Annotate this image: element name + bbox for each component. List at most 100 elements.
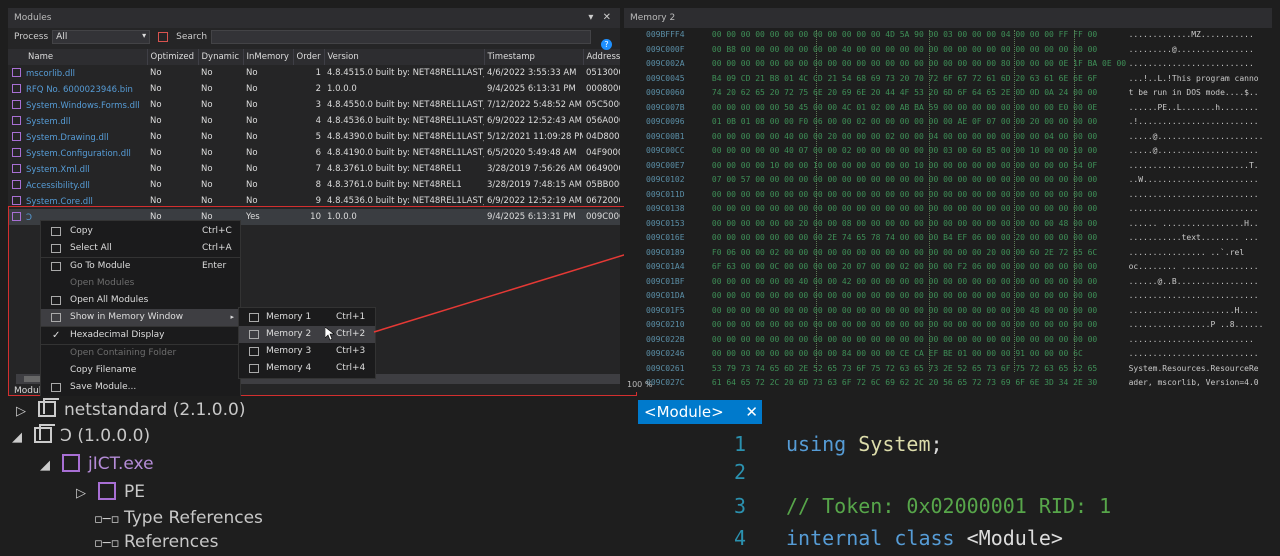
cell-version: 4.8.4190.0 built by: NET48REL1LAST_B xyxy=(327,148,484,158)
hex-ascii: ................ ..`.rel xyxy=(1128,247,1245,257)
tree-node-pe[interactable]: ▷ PE xyxy=(76,480,145,504)
select-all-icon xyxy=(51,244,61,253)
hex-bytes: 00 00 00 00 10 00 00 10 00 00 00 00 00 0… xyxy=(711,160,1098,170)
filter-icon[interactable] xyxy=(158,32,169,42)
column-header-address[interactable]: Address xyxy=(583,49,620,65)
collapse-arrow-icon[interactable]: ◢ xyxy=(12,426,34,450)
expand-arrow-icon[interactable]: ▷ xyxy=(76,482,98,506)
table-row[interactable]: Accessibility.dll No No No 8 4.8.3761.0 built… xyxy=(8,177,620,193)
hex-address: 009C0060 xyxy=(646,88,685,97)
module-icon xyxy=(12,147,21,157)
line-number: 3 xyxy=(733,494,746,518)
hex-ascii: System.Resources.ResourceRe xyxy=(1128,363,1259,373)
hex-row: 009BFFF4 00 00 00 00 00 00 00 00 00 00 00… xyxy=(646,28,1272,43)
cell-name: Accessibility.dll xyxy=(8,177,147,193)
collapse-arrow-icon[interactable]: ◢ xyxy=(40,454,62,478)
cell-optimized: No xyxy=(150,116,162,126)
hex-row: 009C0102 07 00 57 00 00 00 00 00 00 00 00… xyxy=(646,173,1272,188)
hex-bytes: B4 09 CD 21 B8 01 4C CD 21 54 68 69 73 2… xyxy=(711,73,1098,83)
close-icon[interactable]: ✕ xyxy=(745,400,758,424)
cell-address: 056A0000 xyxy=(586,116,620,126)
hex-row: 009C00E7 00 00 00 00 10 00 00 10 00 00 00… xyxy=(646,159,1272,174)
table-row[interactable]: System.Xml.dll No No No 7 4.8.3761.0 built by… xyxy=(8,161,620,177)
menu-item-hexadecimal-display[interactable]: ✓ Hexadecimal Display xyxy=(41,327,240,344)
hex-bytes: 01 0B 01 08 00 00 F0 06 00 00 02 00 00 0… xyxy=(711,117,1098,126)
tree-node-label: References xyxy=(124,532,219,552)
tree-node-assembly[interactable]: ◢ Ͻ (1.0.0.0) xyxy=(12,424,150,448)
hex-bytes: 00 00 00 00 00 00 00 00 00 00 00 00 00 0… xyxy=(711,204,1098,213)
hex-row: 009C00CC 00 00 00 00 00 40 07 00 00 02 00… xyxy=(646,144,1272,159)
hex-address: 009C027C xyxy=(646,378,685,387)
cell-timestamp: 6/9/2022 12:52:43 AM xyxy=(487,116,582,126)
column-header-timestamp[interactable]: Timestamp xyxy=(484,49,584,65)
menu-item-open-containing-folder: Open Containing Folder xyxy=(41,345,240,362)
hex-bytes: 00 00 00 00 00 00 00 00 00 00 00 00 00 0… xyxy=(711,334,1098,344)
memory-panel-title: Memory 2 xyxy=(630,13,676,23)
hex-ascii: ...!..L.!This program canno xyxy=(1128,73,1259,83)
code-line: 3 // Token: 0x02000001 RID: 1 xyxy=(638,494,1111,518)
table-row[interactable]: System.Configuration.dll No No No 6 4.8.4190.… xyxy=(8,145,620,161)
cell-order: 8 xyxy=(315,180,321,190)
module-icon xyxy=(12,179,21,189)
hex-dump[interactable]: 009BFFF4 00 00 00 00 00 00 00 00 00 00 00… xyxy=(624,28,1272,392)
hex-row: 009C0246 00 00 00 00 00 00 00 00 00 84 00… xyxy=(646,347,1272,362)
tree-node-exe[interactable]: ◢ jICT.exe xyxy=(40,452,154,476)
column-header-dynamic[interactable]: Dynamic xyxy=(198,49,244,65)
hex-address: 009C0138 xyxy=(646,204,685,213)
hex-row: 009C011D 00 00 00 00 00 00 00 00 00 00 00… xyxy=(646,188,1272,203)
column-header-name[interactable]: Name xyxy=(8,49,148,65)
cell-name: System.Xml.dll xyxy=(8,161,147,177)
hex-row: 009C000F 00 B8 00 00 00 00 00 00 00 40 00… xyxy=(646,43,1272,58)
help-icon[interactable]: ? xyxy=(601,39,612,50)
menu-item-label: Copy xyxy=(70,226,93,236)
menu-item-label: Memory 4 xyxy=(266,363,312,373)
menu-item-memory-1[interactable]: Memory 1 Ctrl+1 xyxy=(239,309,375,326)
hex-bytes: 00 00 00 00 00 40 07 00 00 02 00 00 00 0… xyxy=(711,146,1098,155)
table-row[interactable]: System.Windows.Forms.dll No No No 3 4.8.4550.… xyxy=(8,97,620,113)
panel-controls[interactable]: ▾ ✕ xyxy=(588,12,614,23)
column-header-optimized[interactable]: Optimized xyxy=(147,49,199,65)
module-icon xyxy=(12,115,21,125)
process-dropdown[interactable]: All xyxy=(52,30,151,44)
tree-node-type-references[interactable]: ▫─▫ Type References xyxy=(94,506,263,530)
cell-dynamic: No xyxy=(201,100,213,110)
menu-item-memory-3[interactable]: Memory 3 Ctrl+3 xyxy=(239,343,375,360)
expand-arrow-icon[interactable]: ▷ xyxy=(16,400,38,424)
column-header-order[interactable]: Order xyxy=(293,49,325,65)
tree-node-netstandard[interactable]: ▷ netstandard (2.1.0.0) xyxy=(16,398,245,422)
cell-address: 05BB0000 xyxy=(586,180,620,190)
menu-item-shortcut: Ctrl+A xyxy=(202,243,232,253)
column-header-inmemory[interactable]: InMemory xyxy=(243,49,294,65)
hex-address: 009C0189 xyxy=(646,247,685,257)
hex-address: 009C011D xyxy=(646,189,685,199)
table-row[interactable]: System.dll No No No 4 4.8.4536.0 built by: NE… xyxy=(8,113,620,129)
menu-item-save-module[interactable]: Save Module... xyxy=(41,379,240,396)
hex-address: 009C0096 xyxy=(646,117,685,126)
cell-version: 4.8.4515.0 built by: NET48REL1LAST_C xyxy=(327,68,484,78)
tree-node-references[interactable]: ▫─▫ References xyxy=(94,530,218,554)
hex-bytes: 07 00 57 00 00 00 00 00 00 00 00 00 00 0… xyxy=(711,175,1098,184)
zoom-level[interactable]: 100 % xyxy=(627,380,652,389)
save-icon xyxy=(51,383,61,392)
hex-row: 009C0060 74 20 62 65 20 72 75 6E 20 69 6E… xyxy=(646,86,1272,101)
menu-item-open-all-modules[interactable]: Open All Modules xyxy=(41,292,240,309)
menu-item-copy-filename[interactable]: Copy Filename xyxy=(41,362,240,379)
table-row[interactable]: System.Drawing.dll No No No 5 4.8.4390.0 buil… xyxy=(8,129,620,145)
menu-item-select-all[interactable]: Select All Ctrl+A xyxy=(41,240,240,257)
hex-ascii: oc........ ................ xyxy=(1128,262,1259,271)
menu-item-memory-4[interactable]: Memory 4 Ctrl+4 xyxy=(239,360,375,377)
tab-module[interactable]: <Module> ✕ xyxy=(638,400,762,424)
search-input[interactable] xyxy=(211,30,592,44)
hex-ascii: ......PE..L.......h........ xyxy=(1128,102,1259,112)
cell-address: 06490000 xyxy=(586,164,620,174)
table-row[interactable]: mscorlib.dll No No No 1 4.8.4515.0 built by: … xyxy=(8,65,620,81)
column-header-version[interactable]: Version xyxy=(324,49,485,65)
hex-row: 009C0045 B4 09 CD 21 B8 01 4C CD 21 54 68… xyxy=(646,72,1272,87)
menu-item-memory-2[interactable]: Memory 2 Ctrl+2 xyxy=(239,326,375,343)
menu-item-show-in-memory-window[interactable]: Show in Memory Window ▸ xyxy=(41,309,240,326)
hex-ascii: .....@...................... xyxy=(1128,131,1264,141)
menu-item-copy[interactable]: Copy Ctrl+C xyxy=(41,223,240,240)
table-row[interactable]: RFQ No. 6000023946.bin No No No 2 1.0.0.0 9/4/… xyxy=(8,81,620,97)
cell-optimized: No xyxy=(150,100,162,110)
menu-item-go-to-module[interactable]: Go To Module Enter xyxy=(41,258,240,275)
